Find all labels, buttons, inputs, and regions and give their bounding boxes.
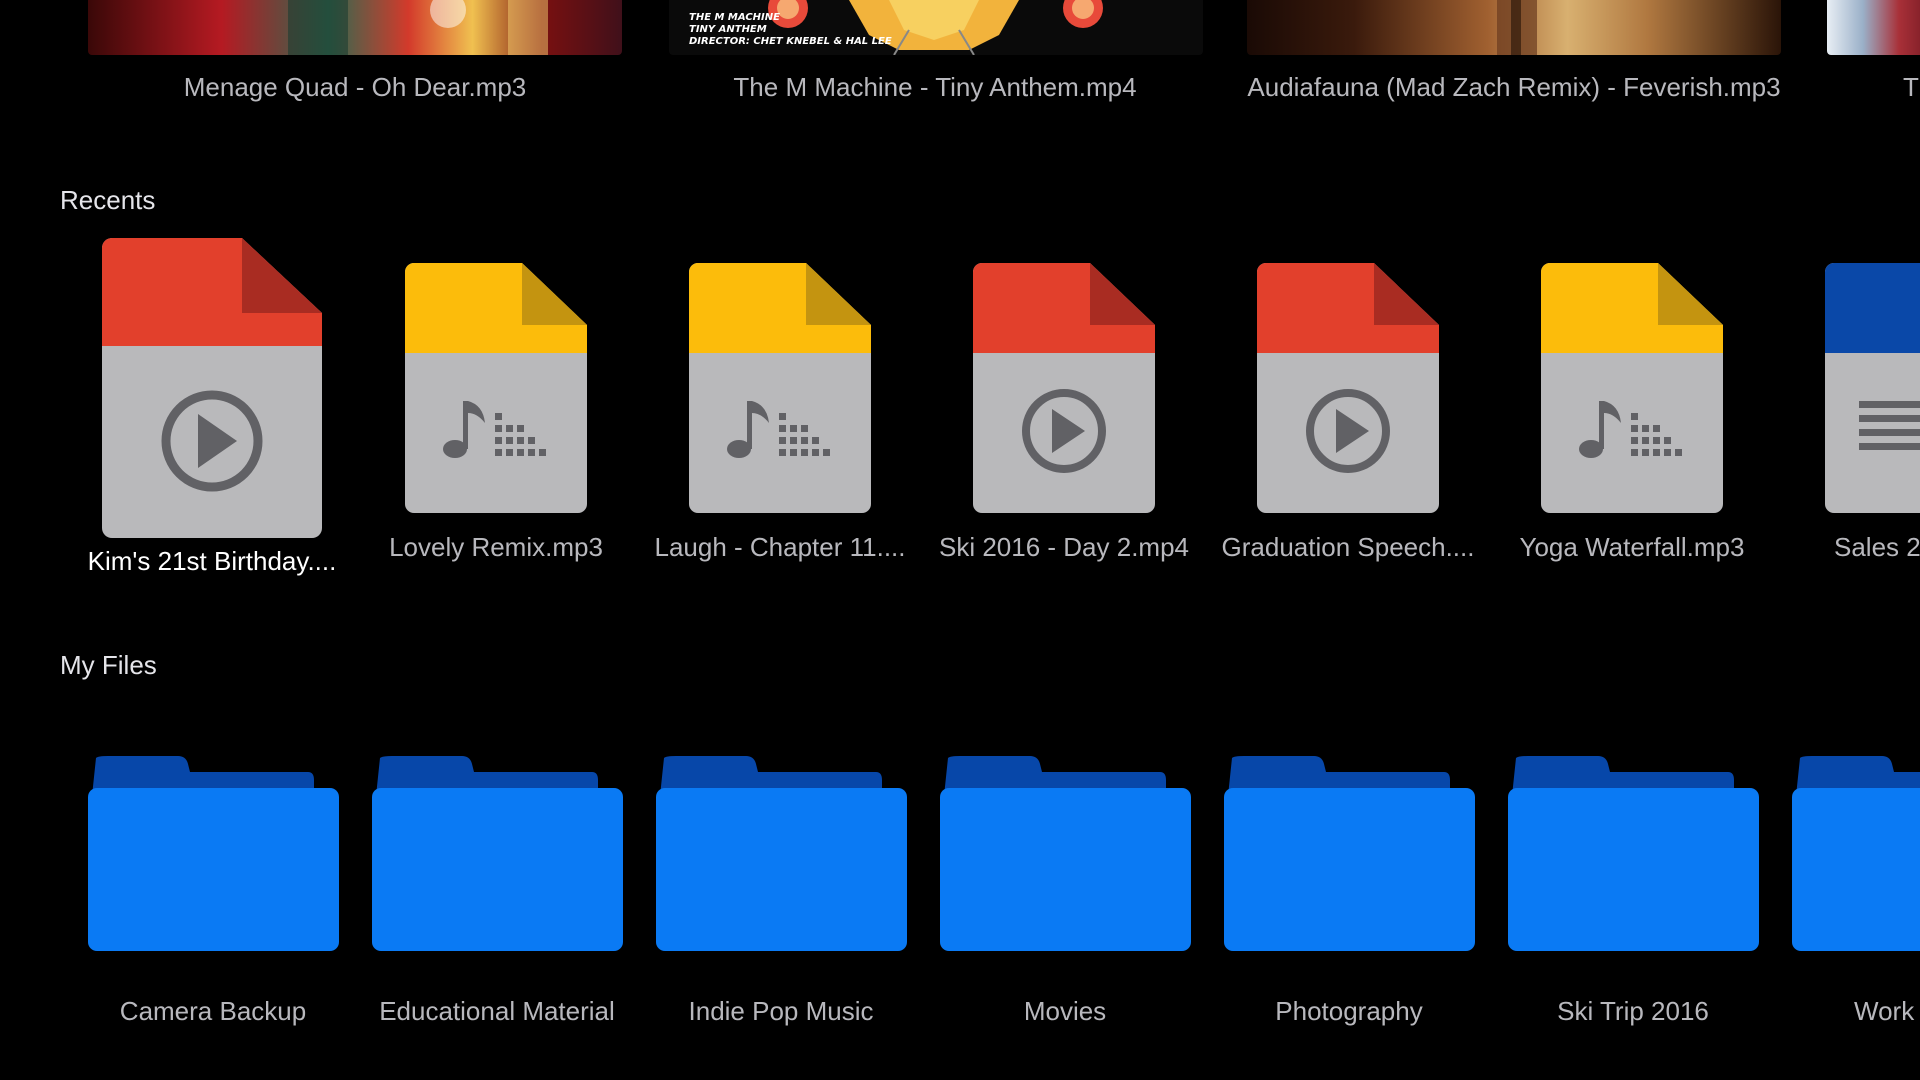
recent-item-yoga-waterfall[interactable] [1541,263,1723,518]
thumbnail-artwork [288,0,548,55]
featured-caption-2: The M Machine - Tiny Anthem.mp4 [733,72,1137,102]
recent-item-caption: Laugh - Chapter 11.... [654,532,906,562]
folder-caption: Camera Backup [119,996,307,1026]
folder-icon [940,756,1191,951]
recent-item-graduation-speech[interactable] [1257,263,1439,518]
recent-item-kims-21st-birthday[interactable] [102,238,322,543]
recent-item-caption: Ski 2016 - Day 2.mp4 [938,532,1190,562]
folder-caption: Ski Trip 2016 [1557,996,1709,1026]
featured-thumbnail-1[interactable] [88,0,622,55]
recent-item-laugh-chapter-11[interactable] [689,263,871,518]
thumbnail-artwork [1497,0,1537,55]
recent-item-caption: Sales 2 [1834,532,1920,562]
folder-caption: Educational Material [379,996,615,1026]
poster-text: THE M MACHINE TINY ANTHEM DIRECTOR: CHET… [689,12,892,47]
folder-icon [656,756,907,951]
recent-item-sales[interactable] [1825,263,1920,518]
folder-caption: Movies [1023,996,1107,1026]
folder-work[interactable] [1792,756,1920,951]
audio-file-icon [689,263,871,513]
featured-thumbnail-3[interactable] [1247,0,1781,55]
recent-item-ski-2016-day-2[interactable] [973,263,1155,518]
featured-thumbnail-2[interactable]: THE M MACHINE TINY ANTHEM DIRECTOR: CHET… [669,0,1203,55]
folder-caption: Indie Pop Music [688,996,874,1026]
folder-indie-pop-music[interactable] [656,756,907,951]
featured-caption-3: Audiafauna (Mad Zach Remix) - Feverish.m… [1247,72,1781,102]
folder-icon [372,756,623,951]
recent-item-caption: Lovely Remix.mp3 [389,532,603,562]
document-file-icon [1825,263,1920,513]
folder-camera-backup[interactable] [88,756,339,951]
video-file-icon [1257,263,1439,513]
featured-thumbnail-4[interactable] [1827,0,1920,55]
folder-educational-material[interactable] [372,756,623,951]
folder-icon [1224,756,1475,951]
folder-icon [1508,756,1759,951]
recent-item-caption: Graduation Speech.... [1221,532,1475,562]
files-app-screen: Menage Quad - Oh Dear.mp3 THE M MACHINE … [0,0,1920,1080]
recent-item-caption: Kim's 21st Birthday.... [87,546,337,576]
video-file-icon [973,263,1155,513]
folder-icon [88,756,339,951]
featured-caption-4: Th [1903,72,1920,102]
folder-icon [1792,756,1920,951]
folder-ski-trip-2016[interactable] [1508,756,1759,951]
recents-section-title: Recents [60,185,156,215]
folder-photography[interactable] [1224,756,1475,951]
video-file-icon [102,238,322,538]
folder-caption: Photography [1275,996,1423,1026]
recent-item-caption: Yoga Waterfall.mp3 [1519,532,1745,562]
my-files-section-title: My Files [60,650,157,680]
featured-caption-1: Menage Quad - Oh Dear.mp3 [183,72,527,102]
folder-caption: Work [1854,996,1915,1026]
recent-item-lovely-remix[interactable] [405,263,587,518]
audio-file-icon [1541,263,1723,513]
folder-movies[interactable] [940,756,1191,951]
audio-file-icon [405,263,587,513]
